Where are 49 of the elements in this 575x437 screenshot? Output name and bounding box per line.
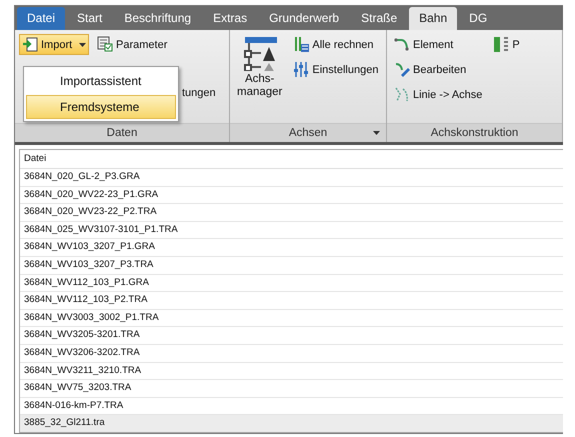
list-row[interactable]: 3684N_WV3205-3201.TRA [20,327,563,345]
list-row[interactable]: 3684N_025_WV3107-3101_P1.TRA [20,222,563,240]
dropdown-arrow-icon[interactable] [373,131,380,135]
ribbon-tab[interactable]: Straße [351,7,408,30]
list-row[interactable]: 3684N_WV112_103_P2.TRA [20,292,563,310]
group-title: Achskonstruktion [430,127,518,139]
list-row[interactable]: 3684N_WV112_103_P1.GRA [20,274,563,292]
ribbon-tab[interactable]: Grunderwerb [259,7,350,30]
menu-item[interactable]: Fremdsysteme [26,95,176,119]
group-title: Achsen [288,127,328,139]
ribbon-button[interactable]: Alle rechnen [290,34,382,55]
import-icon [22,36,39,53]
column-header: Datei [20,150,563,169]
ribbon-button[interactable]: Achs- manager [234,34,286,101]
parameter-icon [97,36,114,53]
ribbon-button[interactable]: Element [391,34,486,55]
menu-item[interactable]: Importassistent [26,69,176,93]
ribbon-button[interactable]: Einstellungen [290,59,382,80]
list-row[interactable]: 3684N_WV3211_3210.TRA [20,362,563,380]
sliders-icon [293,61,310,78]
ribbon-button[interactable]: Parameter [94,34,216,55]
list-row[interactable]: 3684N_WV75_3203.TRA [20,380,563,398]
list-row[interactable]: 3684N_WV103_3207_P3.TRA [20,256,563,275]
profile-icon [493,36,510,53]
ribbon-tab[interactable]: DG [459,7,498,30]
calculate-icon [293,36,310,53]
list-row[interactable]: 3684N_020_WV23-22_P2.TRA [20,204,563,222]
caret-icon [79,42,86,46]
ribbon-button[interactable]: Linie -> Achse [391,84,486,105]
file-tab[interactable]: Datei [17,7,66,30]
ribbon-tab[interactable]: Beschriftung [114,7,202,30]
ribbon-button[interactable]: Bearbeiten [391,59,486,80]
list-row[interactable]: 3684N_WV3206-3202.TRA [20,344,563,363]
list-row[interactable]: 3684N_020_GL-2_P3.GRA [20,169,563,187]
list-row[interactable]: 3684N_020_WV22-23_P1.GRA [20,186,563,204]
group-title: Daten [106,127,138,139]
edit-curve-icon [394,61,411,78]
import-button[interactable]: Import [19,34,89,55]
ribbon-tab[interactable]: Extras [203,7,258,30]
list-row[interactable]: 3684N_WV3003_3002_P1.TRA [20,310,563,328]
list-row[interactable]: 3684N_WV103_3207_P1.GRA [20,239,563,257]
ribbon-tab[interactable]: Bahn [409,7,458,30]
line-to-axis-icon [394,86,411,103]
ribbon-tab[interactable]: Start [67,7,112,30]
ribbon-button[interactable]: P [490,34,523,55]
curve-icon [394,36,411,53]
ribbon-button-label[interactable]: tungen [182,87,216,99]
list-row[interactable]: 3885_32_Gl211.tra [20,415,563,432]
axis-manager-icon [242,37,277,71]
